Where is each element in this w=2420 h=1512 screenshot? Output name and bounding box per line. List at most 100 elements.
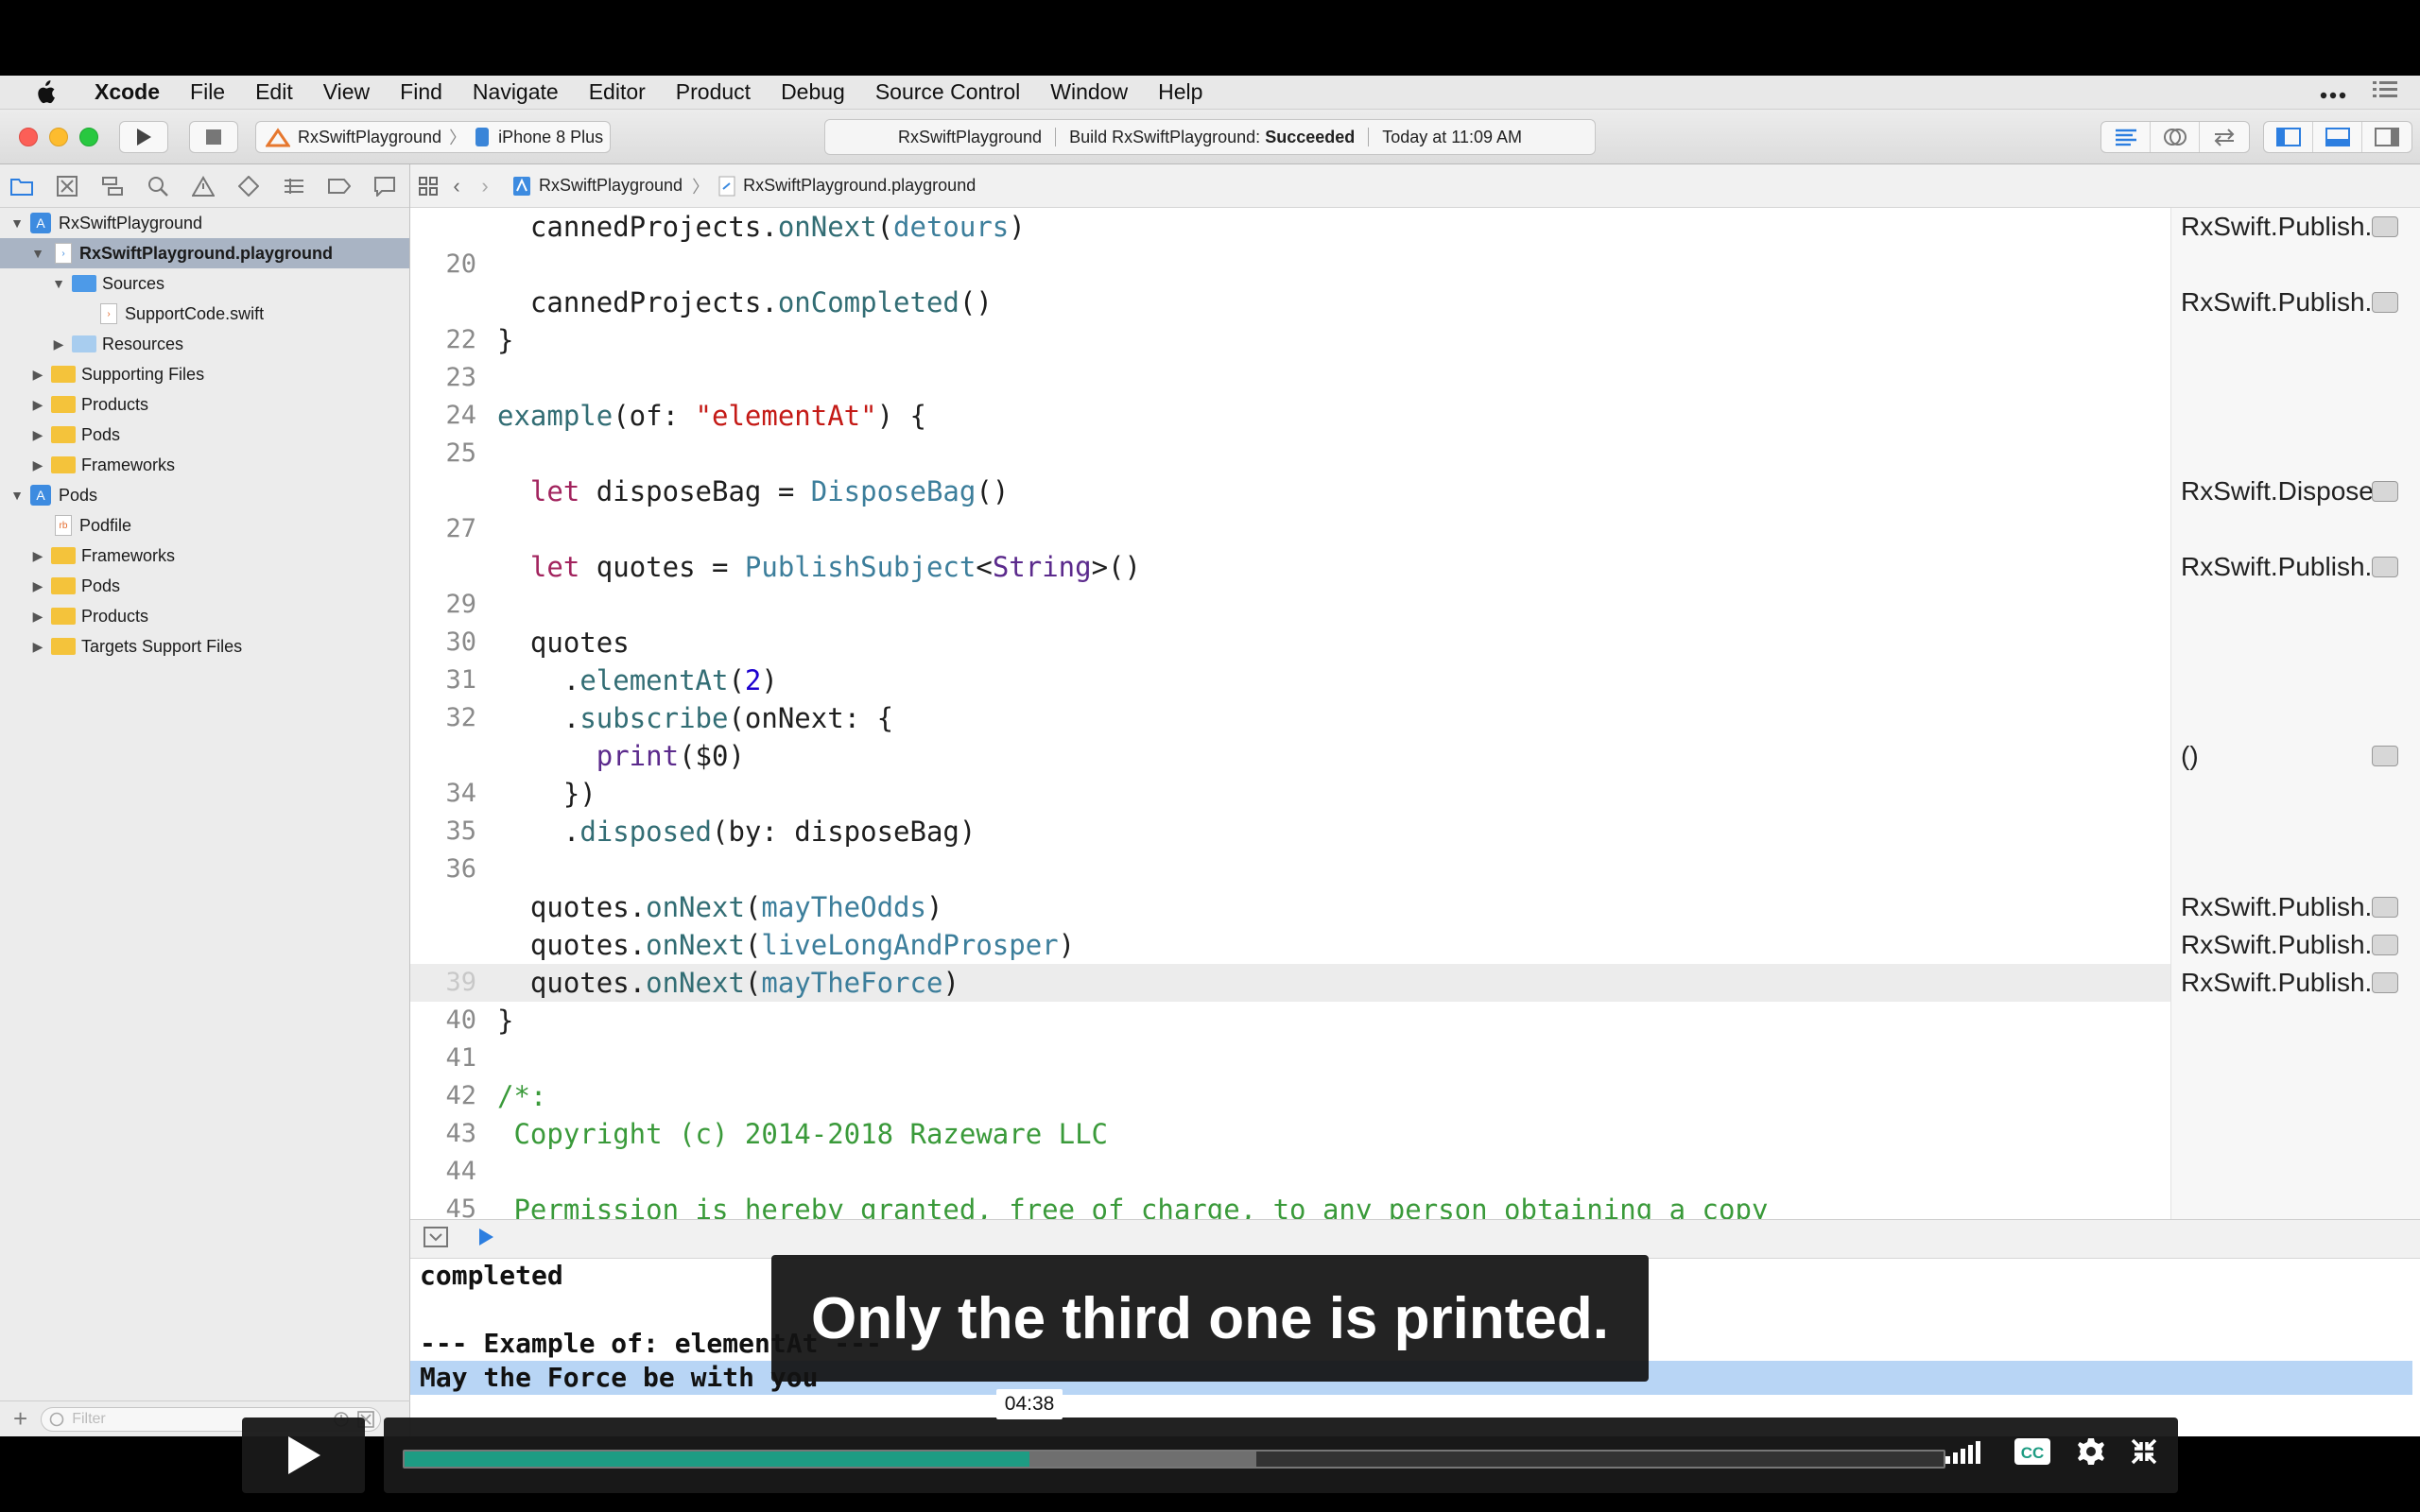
code-line[interactable]: cannedProjects.onNext(detours) [497,208,1026,246]
scheme-selector[interactable]: RxSwiftPlayground 〉 iPhone 8 Plus [255,121,611,153]
disclosure-expanded-icon[interactable]: ▼ [30,246,45,261]
code-line[interactable]: Copyright (c) 2014-2018 Razeware LLC [497,1115,1108,1153]
folder-icon[interactable] [9,174,34,198]
standard-editor-icon[interactable] [2101,122,2151,152]
zoom-window-button[interactable] [79,128,98,146]
tree-item[interactable]: ▼ A Pods [0,480,409,510]
disclosure-expanded-icon[interactable]: ▼ [9,215,25,231]
code-line[interactable]: .elementAt(2) [497,662,778,699]
result-value[interactable]: () [2181,737,2408,775]
result-value[interactable]: RxSwift.Publish... [2181,208,2408,246]
disclosure-collapsed-icon[interactable]: ▶ [30,457,45,473]
tree-item[interactable]: ▶ Pods [0,420,409,450]
disclosure-expanded-icon[interactable]: ▼ [9,488,25,503]
back-arrow-icon[interactable]: ‹ [442,174,471,198]
menu-editor[interactable]: Editor [574,79,661,105]
disclosure-collapsed-icon[interactable]: ▶ [30,639,45,655]
quick-look-icon[interactable] [2372,481,2398,502]
menu-view[interactable]: View [308,79,385,105]
more-icon[interactable] [2320,79,2346,105]
play-button[interactable] [242,1418,365,1493]
disclosure-collapsed-icon[interactable]: ▶ [51,336,66,352]
closed-captions-icon[interactable]: CC [2014,1437,2051,1470]
tree-item[interactable]: ▼ › RxSwiftPlayground.playground [0,238,409,268]
quick-look-icon[interactable] [2372,216,2398,237]
code-line[interactable]: .subscribe(onNext: { [497,699,893,737]
disclosure-collapsed-icon[interactable]: ▶ [30,548,45,564]
result-value[interactable]: RxSwift.Publish... [2181,284,2408,321]
disclosure-collapsed-icon[interactable]: ▶ [30,397,45,413]
breadcrumb-project[interactable]: RxSwiftPlayground [512,176,683,197]
toggle-inspector-icon[interactable] [2362,122,2411,152]
related-items-icon[interactable] [414,176,442,197]
code-line[interactable]: /*: [497,1077,546,1115]
run-button[interactable] [119,121,168,153]
settings-gear-icon[interactable] [2076,1436,2106,1471]
code-line[interactable]: quotes [497,624,630,662]
tree-item[interactable]: ▶ Pods [0,571,409,601]
menu-find[interactable]: Find [385,79,458,105]
hide-debug-area-icon[interactable] [424,1226,448,1252]
code-line[interactable]: let quotes = PublishSubject<String>() [497,548,1141,586]
menu-debug[interactable]: Debug [766,79,860,105]
disclosure-collapsed-icon[interactable]: ▶ [30,427,45,443]
warning-icon[interactable] [191,174,216,198]
disclosure-expanded-icon[interactable]: ▼ [51,276,66,291]
run-playground-icon[interactable] [476,1227,495,1252]
tree-item[interactable]: ▼ Sources [0,268,409,299]
tree-item[interactable]: ▼ A RxSwiftPlayground [0,208,409,238]
result-value[interactable]: RxSwift.Publish... [2181,926,2408,964]
close-window-button[interactable] [19,128,38,146]
code-line[interactable]: quotes.onNext(liveLongAndProsper) [497,926,1075,964]
code-line[interactable]: print($0) [497,737,745,775]
source-control-navigator-icon[interactable] [55,174,79,198]
notification-center-icon[interactable] [2373,79,2397,105]
progress-bar[interactable] [403,1450,1945,1469]
quick-look-icon[interactable] [2372,897,2398,918]
source-editor[interactable]: cannedProjects.onNext(detours) 20 cannedP… [410,208,2170,1219]
tree-item[interactable]: ▶ Targets Support Files [0,631,409,662]
tree-item[interactable]: ▶ Frameworks [0,450,409,480]
version-editor-icon[interactable] [2200,122,2249,152]
forward-arrow-icon[interactable]: › [471,174,499,198]
menu-help[interactable]: Help [1143,79,1218,105]
code-line[interactable]: cannedProjects.onCompleted() [497,284,993,321]
code-line[interactable]: quotes.onNext(mayTheForce) [497,964,959,1002]
disclosure-collapsed-icon[interactable]: ▶ [30,367,45,383]
code-line[interactable]: Permission is hereby granted, free of ch… [497,1191,1768,1219]
symbol-navigator-icon[interactable] [100,174,125,198]
quick-look-icon[interactable] [2372,972,2398,993]
result-value[interactable]: RxSwift.Publish... [2181,888,2408,926]
code-line[interactable]: }) [497,775,596,813]
tree-item[interactable]: rb Podfile [0,510,409,541]
menu-edit[interactable]: Edit [240,79,308,105]
assistant-editor-icon[interactable] [2151,122,2200,152]
quick-look-icon[interactable] [2372,557,2398,577]
apple-logo-icon[interactable] [28,76,62,110]
menu-navigate[interactable]: Navigate [458,79,574,105]
toggle-navigator-icon[interactable] [2264,122,2313,152]
search-icon[interactable] [146,174,170,198]
report-navigator-icon[interactable] [372,174,397,198]
menu-product[interactable]: Product [661,79,766,105]
toggle-debug-area-icon[interactable] [2313,122,2362,152]
code-line[interactable]: } [497,321,513,359]
code-line[interactable]: } [497,1002,513,1040]
disclosure-collapsed-icon[interactable]: ▶ [30,609,45,625]
test-navigator-icon[interactable] [236,174,261,198]
quick-look-icon[interactable] [2372,935,2398,955]
code-line[interactable]: let disposeBag = DisposeBag() [497,472,1009,510]
result-value[interactable]: RxSwift.Dispose... [2181,472,2408,510]
code-line[interactable]: .disposed(by: disposeBag) [497,813,977,850]
result-value[interactable]: RxSwift.Publish... [2181,964,2408,1002]
tree-item[interactable]: ▶ Products [0,601,409,631]
stop-button[interactable] [189,121,238,153]
debug-navigator-icon[interactable] [282,174,306,198]
breakpoint-navigator-icon[interactable] [327,174,352,198]
minimize-window-button[interactable] [49,128,68,146]
tree-item[interactable]: › SupportCode.swift [0,299,409,329]
menu-file[interactable]: File [175,79,240,105]
menu-xcode[interactable]: Xcode [79,79,175,105]
volume-icon[interactable] [1945,1439,1989,1469]
fullscreen-icon[interactable] [2131,1438,2157,1469]
